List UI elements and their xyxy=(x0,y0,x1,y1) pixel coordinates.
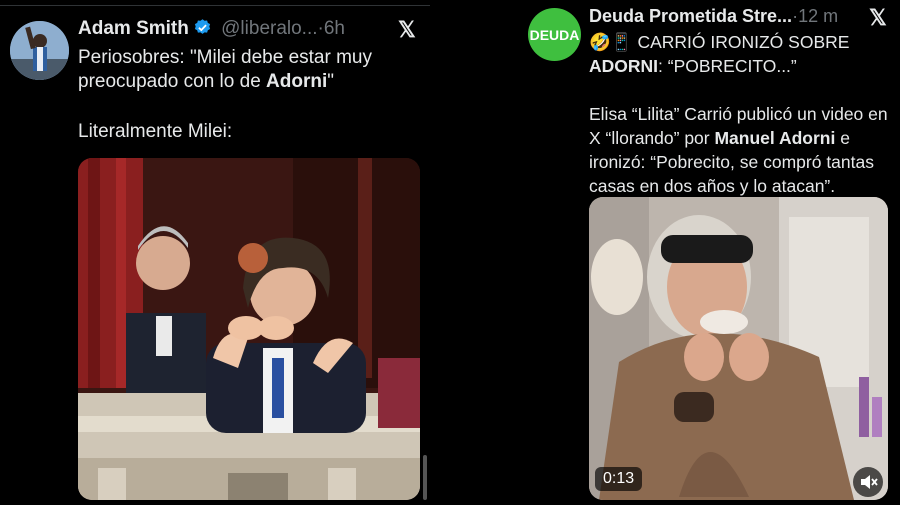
timestamp[interactable]: 12 m xyxy=(798,6,838,26)
left-tweet[interactable]: Adam Smith @liberalo...·6h 𝕏 Periosobres… xyxy=(0,0,430,505)
avatar-text: DEUDA xyxy=(529,26,580,43)
tweet-header: Adam Smith @liberalo...·6h xyxy=(78,18,345,43)
author-name[interactable]: Adam Smith xyxy=(78,18,189,39)
tweet-text: 🤣📱 CARRIÓ IRONIZÓ SOBRE ADORNI: “POBRECI… xyxy=(589,30,894,198)
right-tweet[interactable]: DEUDA Deuda Prometida Stre...·12 m 𝕏 🤣📱 … xyxy=(520,0,900,505)
photo-image xyxy=(78,158,420,500)
tweet-photo[interactable] xyxy=(78,158,420,500)
timestamp[interactable]: 6h xyxy=(324,18,345,39)
verified-badge-icon xyxy=(193,18,212,43)
tweet-header: Deuda Prometida Stre...·12 m xyxy=(589,6,838,27)
avatar-image xyxy=(10,21,69,80)
tweet-video[interactable]: 0:13 xyxy=(589,197,888,500)
video-duration: 0:13 xyxy=(595,467,643,491)
avatar[interactable]: DEUDA xyxy=(528,8,581,61)
video-frame-image xyxy=(589,197,888,500)
tweet-text-line2: Literalmente Milei: xyxy=(78,121,233,142)
emoji-icon: 🤣📱 xyxy=(589,32,633,52)
author-handle[interactable]: @liberalo... xyxy=(221,18,317,39)
x-logo-icon[interactable]: 𝕏 xyxy=(869,5,887,31)
tweet-text: Periosobres: "Milei debe estar muy preoc… xyxy=(78,46,423,144)
author-name[interactable]: Deuda Prometida Stre... xyxy=(589,6,792,26)
tweet-text-line1: Periosobres: "Milei debe estar muy preoc… xyxy=(78,47,372,92)
divider xyxy=(0,5,430,6)
x-logo-icon[interactable]: 𝕏 xyxy=(398,17,416,43)
tweet-headline: 🤣📱 CARRIÓ IRONIZÓ SOBRE ADORNI: “POBRECI… xyxy=(589,32,850,76)
avatar[interactable] xyxy=(10,21,69,80)
tweet-body: Elisa “Lilita” Carrió publicó un video e… xyxy=(589,104,888,196)
speaker-muted-icon xyxy=(861,475,878,489)
scrollbar[interactable] xyxy=(423,455,427,500)
mute-button[interactable] xyxy=(853,467,883,497)
